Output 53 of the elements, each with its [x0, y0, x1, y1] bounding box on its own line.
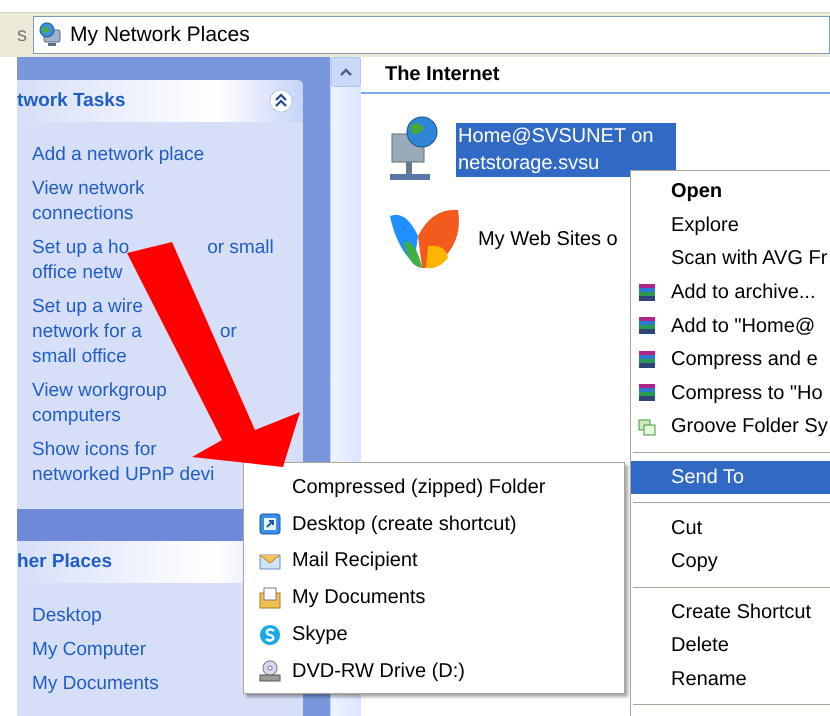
collapse-chevron-icon[interactable]: [269, 89, 293, 113]
menu-item[interactable]: Desktop (create shortcut): [244, 506, 624, 543]
task-link-text[interactable]: Add a network place: [32, 142, 204, 167]
task-link-text[interactable]: Set up a ho: [32, 235, 130, 260]
address-field[interactable]: My Network Places: [33, 16, 830, 54]
skype-logo-icon: [258, 622, 282, 647]
task-link-text[interactable]: My Documents: [32, 671, 159, 696]
folder-document-icon: [258, 586, 282, 610]
task-link-text[interactable]: Show icons for: [32, 437, 157, 462]
address-label: s: [17, 24, 28, 46]
task-link-text[interactable]: or small: [207, 235, 274, 260]
menu-item[interactable]: Scan with AVG Fr: [631, 242, 830, 276]
task-link-text[interactable]: connections: [32, 201, 134, 226]
item-label[interactable]: Home@SVSUNET on netstorage.svsu: [456, 123, 676, 177]
menu-item[interactable]: Create Shortcut: [631, 596, 830, 630]
menu-item[interactable]: Add to "Home@: [631, 309, 830, 343]
task-link-text[interactable]: office netw: [32, 260, 122, 285]
menu-item[interactable]: DVD-RW Drive (D:): [244, 652, 624, 690]
task-link-text[interactable]: small office: [32, 344, 127, 369]
menu-item[interactable]: Send To: [631, 460, 830, 494]
task-panel-header[interactable]: twork Tasks: [17, 80, 303, 122]
menu-item[interactable]: Copy: [631, 544, 830, 579]
menu-item[interactable]: Skype: [244, 616, 624, 653]
task-link-text[interactable]: My Computer: [32, 637, 146, 662]
menu-item[interactable]: Compressed (zipped) Folder: [244, 469, 624, 506]
menu-item[interactable]: Groove Folder Sy: [631, 410, 830, 444]
menu-item[interactable]: Delete: [631, 629, 830, 663]
task-link-text[interactable]: networked UPnP devi: [32, 462, 214, 487]
task-link-text[interactable]: Desktop: [32, 603, 102, 628]
books-stack-icon: [637, 350, 657, 370]
group-heading: The Internet: [361, 57, 830, 94]
dvd-drive-icon: [258, 659, 282, 684]
menu-item[interactable]: Open: [631, 175, 830, 209]
task-link-text[interactable]: computers: [32, 403, 121, 428]
sync-folder-icon: [637, 416, 657, 437]
task-link-text[interactable]: network for a: [32, 319, 142, 344]
menu-item[interactable]: Cut: [631, 511, 830, 545]
books-stack-icon: [637, 282, 657, 303]
books-stack-icon: [637, 383, 657, 404]
task-link-text[interactable]: View network: [32, 176, 145, 201]
scroll-up-button[interactable]: [331, 57, 361, 87]
menu-item[interactable]: Compress to "Ho: [631, 376, 830, 410]
address-text: My Network Places: [70, 23, 250, 47]
menu-item[interactable]: Explore: [631, 208, 830, 242]
desktop-shortcut-icon: [258, 512, 282, 536]
menu-item[interactable]: Rename: [631, 662, 830, 696]
menu-item[interactable]: Compress and e: [631, 342, 830, 377]
up-caret-icon: [339, 67, 353, 77]
task-link-text[interactable]: View workgroup: [32, 378, 167, 403]
books-stack-icon: [637, 316, 657, 336]
menu-item[interactable]: Add to archive...: [631, 276, 830, 310]
task-link-text[interactable]: Set up a wire: [32, 294, 143, 319]
task-link-text[interactable]: or: [220, 319, 237, 344]
